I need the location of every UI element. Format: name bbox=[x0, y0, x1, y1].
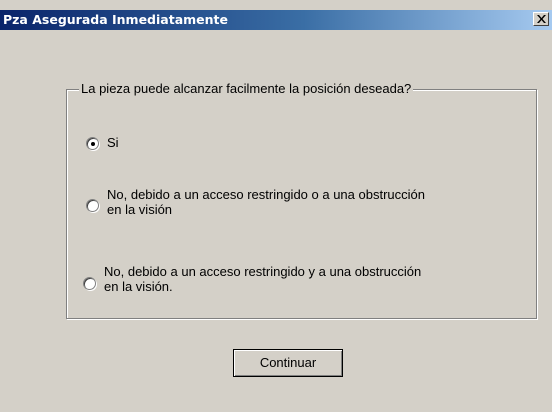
continue-button[interactable]: Continuar bbox=[233, 349, 343, 377]
option-no-or-line-1: No, debido a un acceso restringido o a u… bbox=[107, 187, 425, 202]
option-no-and-line-2: en la visión. bbox=[104, 279, 173, 294]
option-si-label[interactable]: Si bbox=[107, 135, 527, 150]
question-legend: La pieza puede alcanzar facilmente la po… bbox=[79, 81, 414, 96]
radio-no-or[interactable] bbox=[86, 199, 99, 212]
option-no-and-line-1: No, debido a un acceso restringido y a u… bbox=[104, 264, 422, 279]
option-no-or-line-2: en la visión bbox=[107, 202, 173, 217]
radio-no-and[interactable] bbox=[83, 277, 96, 290]
option-si-line-1: Si bbox=[107, 135, 119, 150]
radio-selected-dot bbox=[90, 141, 95, 146]
close-button[interactable] bbox=[533, 12, 549, 26]
title-bar[interactable]: Pza Asegurada Inmediatamente bbox=[0, 10, 552, 30]
radio-si[interactable] bbox=[86, 137, 99, 150]
dialog-window: Pza Asegurada Inmediatamente La pieza pu… bbox=[0, 0, 552, 412]
option-no-and-label[interactable]: No, debido a un acceso restringido y a u… bbox=[104, 264, 524, 294]
window-title: Pza Asegurada Inmediatamente bbox=[3, 12, 228, 27]
option-no-or-label[interactable]: No, debido a un acceso restringido o a u… bbox=[107, 187, 527, 217]
close-icon bbox=[537, 15, 546, 23]
